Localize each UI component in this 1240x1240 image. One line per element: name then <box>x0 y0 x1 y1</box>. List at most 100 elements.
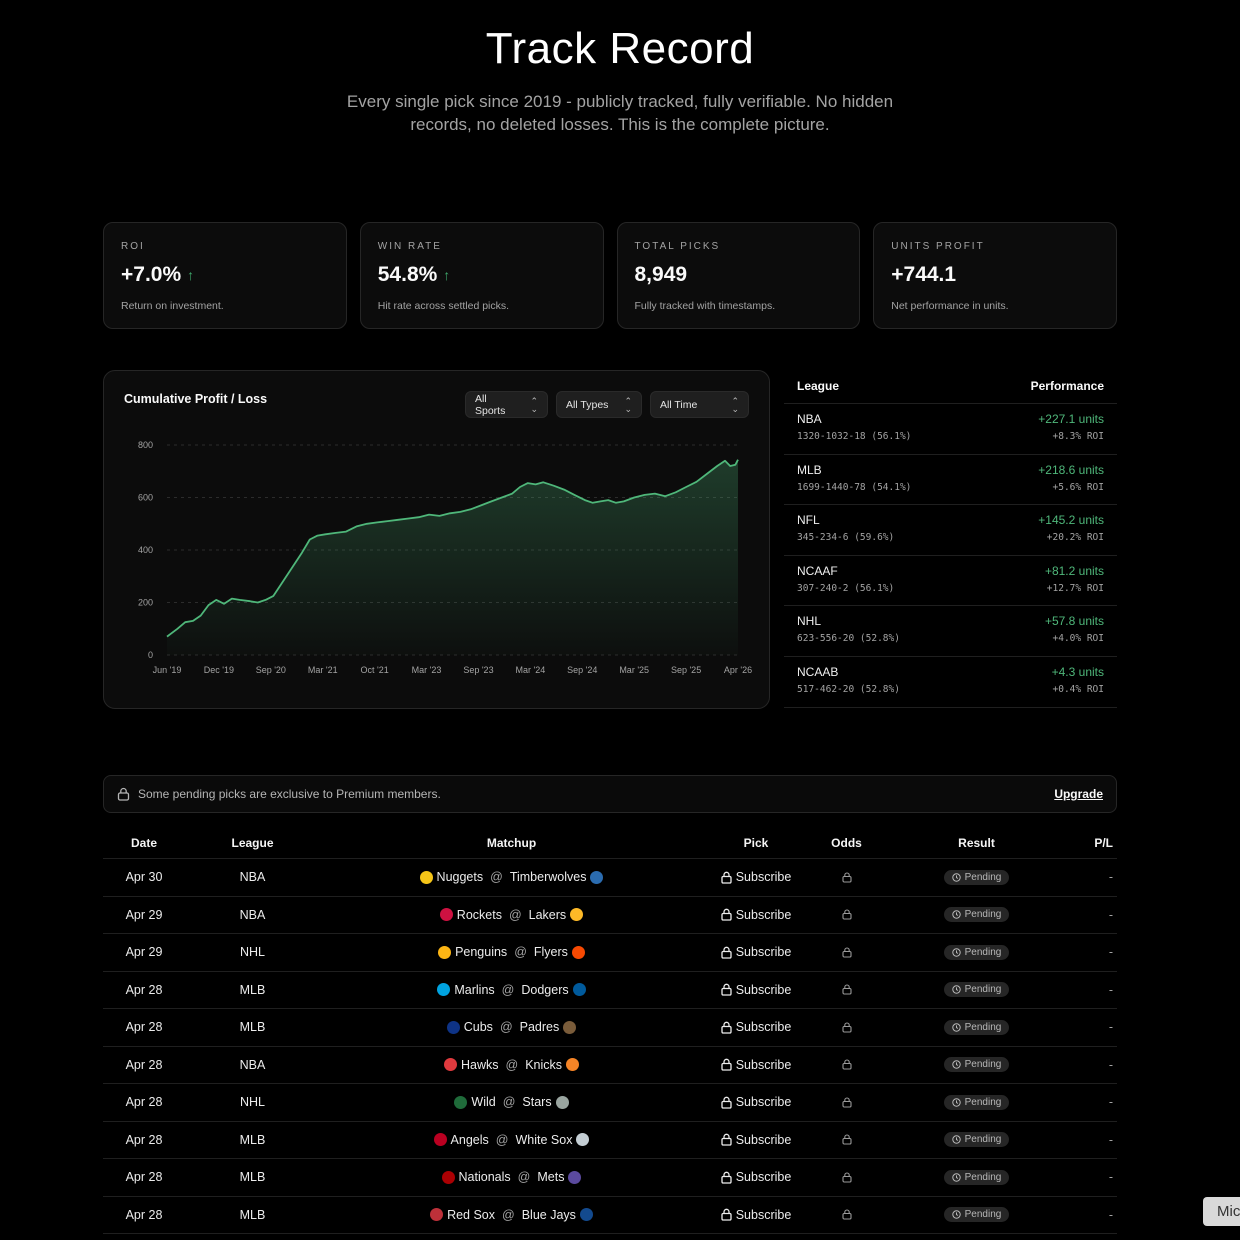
clock-icon <box>951 873 961 882</box>
league-info: NFL 345-234-6 (59.6%) <box>797 513 894 555</box>
col-result[interactable]: Result <box>884 836 1069 850</box>
select-value: All Sports <box>475 392 506 417</box>
row-result: Pending <box>884 944 1069 960</box>
league-units: +218.6 units <box>1038 462 1104 477</box>
row-matchup: Hawks @ Knicks <box>320 1058 703 1072</box>
type-filter-select[interactable]: All Types ⌃ ⌄ <box>556 391 642 418</box>
stat-label: WIN RATE <box>377 241 442 252</box>
row-pl: - <box>1108 1170 1113 1185</box>
at-separator: @ <box>514 945 527 960</box>
table-row[interactable]: Apr 28 NBA Hawks @ Knicks Subscribe Pending - <box>103 1047 1117 1084</box>
x-tick-label: Sep '20 <box>256 665 286 675</box>
odds-lock-icon <box>809 1134 884 1145</box>
league-row: NCAAB 517-462-20 (52.8%) +4.3 units +0.4% R… <box>784 657 1117 708</box>
arrow-up-icon: ↑ <box>187 267 195 283</box>
league-performance: +227.1 units +8.3% ROI <box>1038 412 1104 454</box>
away-team-logo-icon <box>446 1020 460 1034</box>
subscribe-pick-button[interactable]: Subscribe <box>703 870 809 884</box>
subscribe-pick-button[interactable]: Subscribe <box>703 1170 809 1184</box>
time-filter-select[interactable]: All Time ⌃ ⌄ <box>650 391 749 418</box>
stat-value: +744.1 <box>891 263 957 286</box>
at-separator: @ <box>502 1095 516 1110</box>
col-odds[interactable]: Odds <box>809 836 884 850</box>
league-roi: +0.4% ROI <box>1052 683 1104 695</box>
col-pl[interactable]: P/L <box>1069 836 1117 850</box>
chevron-up-down-icon: ⌃ ⌄ <box>624 395 632 414</box>
home-team: Lakers <box>528 907 567 922</box>
col-matchup[interactable]: Matchup <box>320 836 703 850</box>
lock-icon <box>721 1133 732 1146</box>
x-tick-label: Oct '21 <box>361 665 389 675</box>
col-pick[interactable]: Pick <box>703 836 809 850</box>
x-tick-label: Mar '24 <box>515 665 545 675</box>
subscribe-pick-button[interactable]: Subscribe <box>703 1208 809 1222</box>
table-row[interactable]: Apr 28 MLB Nationals @ Mets Subscribe Pending - <box>103 1159 1117 1197</box>
away-team-logo-icon <box>437 983 451 997</box>
home-team-logo-icon <box>579 1208 593 1222</box>
odds-lock-icon <box>809 984 884 995</box>
stat-desc: Fully tracked with timestamps. <box>634 300 776 312</box>
table-row[interactable]: Apr 28 MLB Cubs @ Padres Subscribe Pending - <box>103 1009 1117 1047</box>
at-separator: @ <box>508 907 522 922</box>
at-separator: @ <box>495 1132 509 1147</box>
x-tick-label: Sep '25 <box>671 665 701 675</box>
clock-icon <box>951 1023 961 1032</box>
table-row[interactable]: Apr 28 MLB Red Sox @ Blue Jays Subscribe Pendi… <box>103 1197 1117 1234</box>
league-name: NBA <box>797 412 822 426</box>
subscribe-pick-button[interactable]: Subscribe <box>703 1020 809 1034</box>
page-title: Track Record <box>485 24 755 73</box>
sport-filter-select[interactable]: All Sports ⌃ ⌄ <box>465 391 548 418</box>
table-row[interactable]: Apr 28 MLB Marlins @ Dodgers Subscribe Pending… <box>103 972 1117 1009</box>
subscribe-pick-button[interactable]: Subscribe <box>703 1095 809 1109</box>
badge-label: Pending <box>964 1171 1002 1183</box>
badge-label: Pending <box>964 871 1002 883</box>
clock-icon <box>951 1173 961 1182</box>
table-row[interactable]: Apr 30 NBA Nuggets @ Timberwolves Subscribe Pe… <box>103 859 1117 897</box>
away-team: Angels <box>450 1132 489 1147</box>
notice-text: Some pending picks are exclusive to Prem… <box>138 787 441 801</box>
profit-chart: 0 200 400 600 800 Jun '19 Dec '19 Sep '20 Mar '2… <box>138 440 752 675</box>
x-tick-label: Sep '23 <box>463 665 493 675</box>
at-separator: @ <box>517 1170 531 1185</box>
stat-value: +7.0% <box>121 263 182 286</box>
table-row[interactable]: Apr 28 NHL Wild @ Stars Subscribe Pending - <box>103 1084 1117 1122</box>
pending-badge: Pending <box>943 982 1010 998</box>
away-team: Nuggets <box>436 870 484 885</box>
home-team: Blue Jays <box>521 1207 576 1222</box>
subscribe-pick-button[interactable]: Subscribe <box>703 1058 809 1072</box>
lock-icon <box>721 1058 732 1071</box>
clock-icon <box>951 1135 961 1144</box>
league-roi: +5.6% ROI <box>1052 481 1104 493</box>
home-team-logo-icon <box>572 983 586 997</box>
row-date: Apr 28 <box>125 1132 163 1147</box>
away-team-logo-icon <box>441 1170 455 1184</box>
league-record: 517-462-20 (52.8%) <box>797 683 900 695</box>
table-row[interactable]: Apr 29 NBA Rockets @ Lakers Subscribe Pending - <box>103 897 1117 934</box>
col-date[interactable]: Date <box>103 836 185 850</box>
home-team-logo-icon <box>568 1170 582 1184</box>
pick-label: Subscribe <box>735 1020 792 1035</box>
home-team-logo-icon <box>570 908 584 922</box>
league-roi: +20.2% ROI <box>1046 532 1104 544</box>
subscribe-pick-button[interactable]: Subscribe <box>703 1133 809 1147</box>
league-record: 1320-1032-18 (56.1%) <box>797 431 912 442</box>
subscribe-pick-button[interactable]: Subscribe <box>703 908 809 922</box>
stat-label: TOTAL PICKS <box>634 241 721 252</box>
subscribe-pick-button[interactable]: Subscribe <box>703 983 809 997</box>
pick-label: Subscribe <box>735 945 792 960</box>
row-result: Pending <box>884 982 1069 998</box>
league-roi: +12.7% ROI <box>1046 582 1104 594</box>
table-row[interactable]: Apr 28 MLB Angels @ White Sox Subscribe Pendin… <box>103 1122 1117 1159</box>
col-league[interactable]: League <box>185 836 320 850</box>
upgrade-link[interactable]: Upgrade <box>1054 787 1103 801</box>
mic-button[interactable]: Mic <box>1203 1197 1240 1226</box>
badge-label: Pending <box>964 909 1002 921</box>
stat-desc: Net performance in units. <box>891 300 1009 312</box>
pick-label: Subscribe <box>735 1095 792 1110</box>
league-roi: +8.3% ROI <box>1052 431 1104 442</box>
pick-label: Subscribe <box>735 870 792 885</box>
away-team-logo-icon <box>430 1208 444 1222</box>
league-units: +57.8 units <box>1044 614 1104 629</box>
subscribe-pick-button[interactable]: Subscribe <box>703 945 809 959</box>
table-row[interactable]: Apr 29 NHL Penguins @ Flyers Subscribe Pending… <box>103 934 1117 972</box>
